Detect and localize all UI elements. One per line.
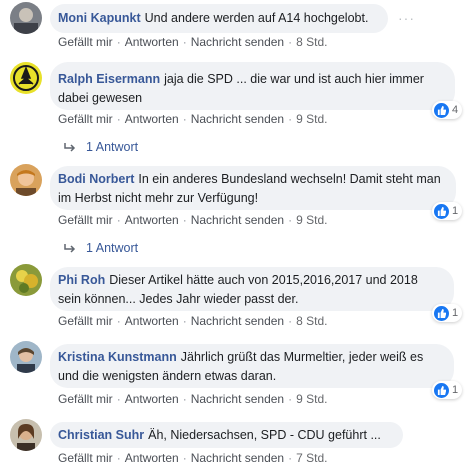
comment-actions: Gefällt mir · Antworten · Nachricht senden · 9… xyxy=(58,213,327,227)
separator: · xyxy=(288,392,293,406)
avatar[interactable] xyxy=(10,2,42,34)
comment-bubble: Moni Kapunkt Und andere werden auf A14 ho… xyxy=(50,4,388,33)
comment-actions: Gefällt mir · Antworten · Nachricht senden · 9… xyxy=(58,112,327,126)
like-link[interactable]: Gefällt mir xyxy=(58,392,113,406)
reply-arrow-icon xyxy=(64,139,76,155)
reply-link[interactable]: Antworten xyxy=(125,451,179,465)
comment-author[interactable]: Kristina Kunstmann xyxy=(58,350,177,364)
view-replies-link[interactable]: 1 Antwort xyxy=(64,139,138,155)
separator: · xyxy=(288,314,293,328)
view-replies-link[interactable]: 1 Antwort xyxy=(64,240,138,256)
timestamp[interactable]: 7 Std. xyxy=(296,451,327,465)
reaction-number: 1 xyxy=(452,205,459,217)
avatar[interactable] xyxy=(10,341,42,373)
avatar[interactable] xyxy=(10,264,42,296)
timestamp[interactable]: 8 Std. xyxy=(296,314,327,328)
timestamp[interactable]: 9 Std. xyxy=(296,112,327,126)
comment-author[interactable]: Christian Suhr xyxy=(58,428,144,442)
message-link[interactable]: Nachricht senden xyxy=(191,213,284,227)
comment-actions: Gefällt mir · Antworten · Nachricht senden · 8… xyxy=(58,35,327,49)
avatar[interactable] xyxy=(10,419,42,451)
more-options-icon[interactable]: ··· xyxy=(398,10,415,26)
like-link[interactable]: Gefällt mir xyxy=(58,213,113,227)
comment-actions: Gefällt mir · Antworten · Nachricht senden · 8… xyxy=(58,314,327,328)
comment-author[interactable]: Ralph Eisermann xyxy=(58,72,160,86)
reaction-number: 1 xyxy=(452,384,459,396)
thumbs-up-icon xyxy=(434,305,449,321)
separator: · xyxy=(182,213,187,227)
avatar[interactable] xyxy=(10,164,42,196)
comment-bubble: Kristina Kunstmann Jährlich grüßt das Mur… xyxy=(50,344,454,388)
separator: · xyxy=(182,112,187,126)
reaction-number: 1 xyxy=(452,307,459,319)
avatar[interactable] xyxy=(10,62,42,94)
comment-bubble: Bodi Norbert In ein anderes Bundesland we… xyxy=(50,166,456,210)
separator: · xyxy=(288,213,293,227)
comment-actions: Gefällt mir · Antworten · Nachricht senden · 9… xyxy=(58,392,327,406)
separator: · xyxy=(182,451,187,465)
separator: · xyxy=(116,112,121,126)
comment-bubble: Phi Roh Dieser Artikel hätte auch von 201… xyxy=(50,267,454,311)
reply-arrow-icon xyxy=(64,240,76,256)
reply-link[interactable]: Antworten xyxy=(125,35,179,49)
like-link[interactable]: Gefällt mir xyxy=(58,451,113,465)
separator: · xyxy=(116,213,121,227)
reaction-count[interactable]: 1 xyxy=(432,381,463,399)
separator: · xyxy=(116,392,121,406)
message-link[interactable]: Nachricht senden xyxy=(191,35,284,49)
replies-count: 1 Antwort xyxy=(86,140,139,154)
comment-author[interactable]: Bodi Norbert xyxy=(58,172,134,186)
comment-author[interactable]: Phi Roh xyxy=(58,273,105,287)
like-link[interactable]: Gefällt mir xyxy=(58,314,113,328)
separator: · xyxy=(116,451,121,465)
comment-text: Und andere werden auf A14 hochgelobt. xyxy=(144,11,369,25)
comment-actions: Gefällt mir · Antworten · Nachricht senden · 7… xyxy=(58,451,327,465)
timestamp[interactable]: 9 Std. xyxy=(296,392,327,406)
reply-link[interactable]: Antworten xyxy=(125,314,179,328)
message-link[interactable]: Nachricht senden xyxy=(191,392,284,406)
message-link[interactable]: Nachricht senden xyxy=(191,314,284,328)
comment-text: Äh, Niedersachsen, SPD - CDU geführt ... xyxy=(148,428,381,442)
thumbs-up-icon xyxy=(434,382,449,398)
like-link[interactable]: Gefällt mir xyxy=(58,35,113,49)
separator: · xyxy=(116,35,121,49)
timestamp[interactable]: 8 Std. xyxy=(296,35,327,49)
thumbs-up-icon xyxy=(434,203,449,219)
separator: · xyxy=(288,35,293,49)
separator: · xyxy=(288,112,293,126)
timestamp[interactable]: 9 Std. xyxy=(296,213,327,227)
separator: · xyxy=(182,314,187,328)
like-link[interactable]: Gefällt mir xyxy=(58,112,113,126)
reply-link[interactable]: Antworten xyxy=(125,392,179,406)
comment-bubble: Ralph Eisermann jaja die SPD ... die war … xyxy=(50,62,455,110)
reaction-count[interactable]: 1 xyxy=(432,202,463,220)
replies-count: 1 Antwort xyxy=(86,241,139,255)
reply-link[interactable]: Antworten xyxy=(125,112,179,126)
thumbs-up-icon xyxy=(434,102,449,118)
reply-link[interactable]: Antworten xyxy=(125,213,179,227)
separator: · xyxy=(182,392,187,406)
message-link[interactable]: Nachricht senden xyxy=(191,451,284,465)
separator: · xyxy=(182,35,187,49)
reaction-number: 4 xyxy=(452,104,459,116)
message-link[interactable]: Nachricht senden xyxy=(191,112,284,126)
reaction-count[interactable]: 4 xyxy=(432,101,463,119)
comment-author[interactable]: Moni Kapunkt xyxy=(58,11,141,25)
comment-text: Dieser Artikel hätte auch von 2015,2016,… xyxy=(58,273,418,306)
comment-bubble: Christian Suhr Äh, Niedersachsen, SPD - C… xyxy=(50,422,403,448)
separator: · xyxy=(288,451,293,465)
separator: · xyxy=(116,314,121,328)
reaction-count[interactable]: 1 xyxy=(432,304,463,322)
